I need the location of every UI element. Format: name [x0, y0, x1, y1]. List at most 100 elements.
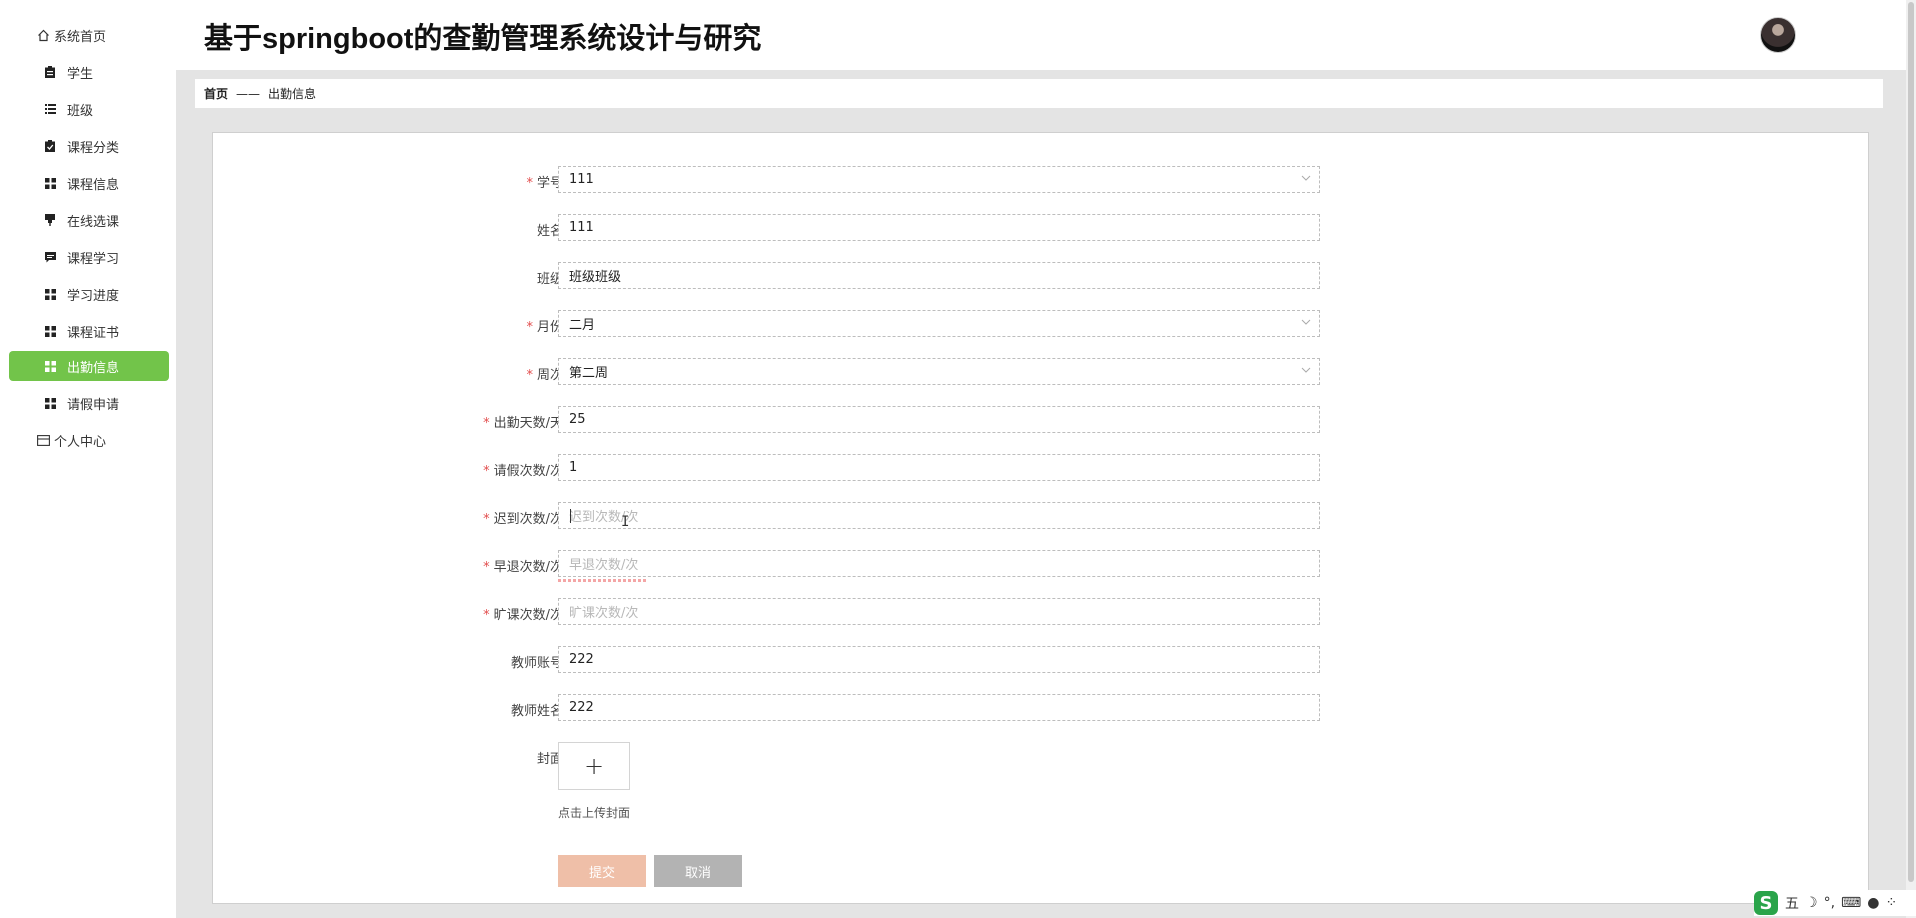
grid-icon — [43, 287, 57, 301]
sogou-logo-icon[interactable]: S — [1754, 891, 1778, 915]
form-row-month: * 月份 二月 — [213, 310, 1868, 340]
check-clipboard-icon — [43, 139, 57, 153]
breadcrumb-home[interactable]: 首页 — [204, 85, 228, 102]
form-row-late-count: * 迟到次数/次 迟到次数/次 I — [213, 502, 1868, 532]
sidebar-item-label: 系统首页 — [54, 29, 107, 45]
upload-tip: 点击上传封面 — [558, 806, 631, 820]
sidebar-item-label: 在线选课 — [67, 214, 120, 230]
sidebar-item-course-certificate[interactable]: 课程证书 — [9, 316, 169, 346]
required-mark: * — [483, 464, 490, 479]
breadcrumb-separator: —— — [236, 86, 261, 101]
required-mark: * — [483, 512, 490, 527]
sidebar-item-course-study[interactable]: 课程学习 — [9, 242, 169, 272]
sidebar-item-profile[interactable]: 个人中心 — [9, 425, 169, 455]
month-select[interactable]: 二月 — [558, 310, 1320, 337]
chevron-down-icon — [1301, 319, 1311, 325]
keyboard-icon[interactable]: ⌨ — [1841, 895, 1861, 911]
main-area: 首页 —— 出勤信息 * 学号 111 姓名 111 班级 班级班级 * 月份 二月 — [176, 70, 1906, 918]
teacher-name-field[interactable]: 222 — [558, 694, 1320, 721]
sidebar-item-label: 出勤信息 — [67, 360, 120, 376]
form-row-leave-count: * 请假次数/次 1 — [213, 454, 1868, 484]
form-row-cover: 封面 + 点击上传封面 — [213, 742, 1868, 832]
home-icon — [36, 28, 50, 42]
plus-icon: + — [583, 752, 605, 780]
leave-count-field[interactable]: 1 — [558, 454, 1320, 481]
teacher-account-field[interactable]: 222 — [558, 646, 1320, 673]
breadcrumb: 首页 —— 出勤信息 — [195, 79, 1883, 108]
user-icon[interactable]: ● — [1867, 895, 1879, 911]
required-mark: * — [526, 368, 533, 383]
field-label: * 迟到次数/次 — [483, 512, 563, 527]
sidebar-item-home[interactable]: 系统首页 — [9, 20, 169, 50]
grid-icon — [43, 176, 57, 190]
sidebar-item-label: 请假申请 — [67, 397, 120, 413]
name-field[interactable]: 111 — [558, 214, 1320, 241]
ime-toolbar: S 五 ☽ °, ⌨ ● ⁘ — [1754, 890, 1916, 916]
field-label: * 出勤天数/天 — [483, 416, 563, 431]
absent-count-field[interactable]: 旷课次数/次 — [558, 598, 1320, 625]
field-label: 教师姓名 — [510, 704, 563, 719]
scrollbar-thumb[interactable] — [1908, 2, 1914, 882]
grid-icon — [43, 324, 57, 338]
card-icon — [36, 433, 50, 447]
apps-icon[interactable]: ⁘ — [1885, 895, 1897, 911]
sidebar-item-label: 课程分类 — [67, 140, 120, 156]
cancel-button[interactable]: 取消 — [654, 855, 742, 887]
avatar[interactable] — [1760, 17, 1796, 53]
moon-icon[interactable]: ☽ — [1805, 895, 1818, 911]
sidebar-item-course-category[interactable]: 课程分类 — [9, 131, 169, 161]
form-row-student-no: * 学号 111 — [213, 166, 1868, 196]
sidebar-item-classes[interactable]: 班级 — [9, 94, 169, 124]
sidebar-item-study-progress[interactable]: 学习进度 — [9, 279, 169, 309]
sidebar-item-students[interactable]: 学生 — [9, 57, 169, 87]
sidebar-item-leave-request[interactable]: 请假申请 — [9, 388, 169, 418]
form-row-class: 班级 班级班级 — [213, 262, 1868, 292]
required-mark: * — [483, 608, 490, 623]
sidebar-item-course-info[interactable]: 课程信息 — [9, 168, 169, 198]
chevron-down-icon — [1301, 367, 1311, 373]
class-field[interactable]: 班级班级 — [558, 262, 1320, 289]
early-leave-count-field[interactable]: 早退次数/次 — [558, 550, 1320, 577]
sidebar-item-label: 课程信息 — [67, 177, 120, 193]
sidebar-item-label: 个人中心 — [54, 434, 107, 450]
field-label: * 旷课次数/次 — [483, 608, 563, 623]
sidebar-item-attendance[interactable]: 出勤信息 — [9, 351, 169, 381]
chevron-down-icon — [1301, 175, 1311, 181]
week-select[interactable]: 第二周 — [558, 358, 1320, 385]
sidebar-item-label: 课程证书 — [67, 325, 120, 341]
form-row-early-leave-count: * 早退次数/次 早退次数/次 — [213, 550, 1868, 582]
form-row-teacher-name: 教师姓名 222 — [213, 694, 1868, 724]
sidebar-item-label: 课程学习 — [67, 251, 120, 267]
page-scrollbar[interactable] — [1906, 0, 1916, 918]
grid-icon — [43, 359, 57, 373]
text-caret — [570, 509, 571, 523]
field-label: 教师账号 — [510, 656, 563, 671]
student-no-select[interactable]: 111 — [558, 166, 1320, 193]
sidebar: 系统首页 学生 班级 课程分类 课程信息 在线选课 课程学习 学习进度 课程证书… — [0, 0, 177, 918]
form-row-name: 姓名 111 — [213, 214, 1868, 244]
list-icon — [43, 102, 57, 116]
punctuation-icon[interactable]: °, — [1824, 895, 1835, 911]
form-panel: * 学号 111 姓名 111 班级 班级班级 * 月份 二月 * 周次 第二周… — [212, 132, 1869, 904]
mouse-ibeam-cursor: I — [621, 514, 630, 530]
attendance-days-field[interactable]: 25 — [558, 406, 1320, 433]
required-mark: * — [483, 560, 490, 575]
field-label: * 早退次数/次 — [483, 560, 563, 575]
form-row-week: * 周次 第二周 — [213, 358, 1868, 388]
chat-icon — [43, 250, 57, 264]
sidebar-item-online-selection[interactable]: 在线选课 — [9, 205, 169, 235]
sidebar-item-label: 班级 — [67, 103, 94, 119]
form-actions: 提交 取消 — [213, 855, 1868, 889]
sidebar-item-label: 学生 — [67, 66, 94, 82]
grid-icon — [43, 396, 57, 410]
required-mark: * — [526, 176, 533, 191]
top-header: 基于springboot的查勤管理系统设计与研究 — [176, 0, 1916, 70]
late-count-field[interactable]: 迟到次数/次 I — [558, 502, 1320, 530]
breadcrumb-current: 出勤信息 — [268, 87, 317, 101]
submit-button[interactable]: 提交 — [558, 855, 646, 887]
ime-mode[interactable]: 五 — [1785, 893, 1799, 913]
app-title: 基于springboot的查勤管理系统设计与研究 — [204, 23, 762, 55]
cover-upload-button[interactable]: + — [558, 742, 630, 790]
clipboard-icon — [43, 65, 57, 79]
required-mark: * — [483, 416, 490, 431]
